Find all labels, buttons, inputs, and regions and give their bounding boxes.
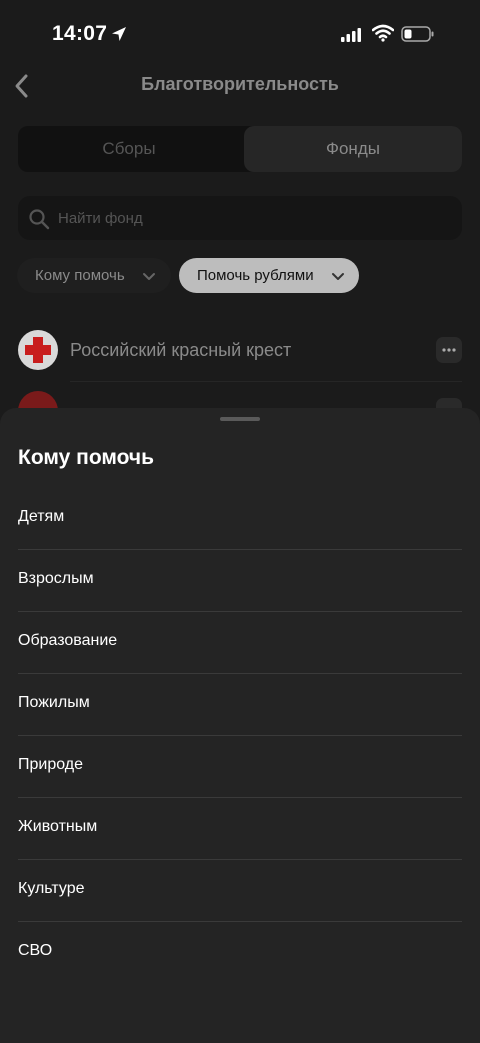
option-svo[interactable]: СВО	[18, 922, 462, 984]
option-label: СВО	[18, 942, 53, 959]
option-label: Взрослым	[18, 570, 94, 587]
page-title: Благотворительность	[141, 74, 339, 94]
option-label: Образование	[18, 632, 118, 649]
sheet-title: Кому помочь	[18, 446, 155, 469]
chevron-down-icon	[332, 273, 344, 280]
option-elderly[interactable]: Пожилым	[18, 674, 462, 736]
option-label: Пожилым	[18, 694, 90, 711]
option-adults[interactable]: Взрослым	[18, 550, 462, 612]
sheet-grabber[interactable]	[220, 417, 260, 421]
battery-icon	[401, 26, 434, 42]
more-button[interactable]	[436, 337, 462, 363]
option-nature[interactable]: Природе	[18, 736, 462, 798]
option-education[interactable]: Образование	[18, 612, 462, 674]
chevron-down-icon	[143, 273, 155, 280]
red-cross-logo	[18, 330, 58, 370]
status-time: 14:07	[52, 22, 108, 45]
fund-name[interactable]: Российский красный крест	[70, 340, 291, 361]
tab-funds[interactable]: Фонды	[244, 126, 462, 172]
red-cross-icon	[25, 337, 51, 363]
option-culture[interactable]: Культуре	[18, 860, 462, 922]
cellular-signal-icon	[341, 28, 361, 42]
option-children[interactable]: Детям	[18, 488, 462, 550]
filter-help-rubles-label: Помочь рублями	[197, 267, 314, 284]
location-arrow-icon	[112, 27, 126, 41]
search-icon	[29, 209, 50, 230]
more-dots-icon	[442, 348, 456, 352]
tab-collections[interactable]: Сборы	[18, 126, 240, 172]
filter-whom-to-help-label: Кому помочь	[35, 267, 125, 284]
option-label: Культуре	[18, 880, 85, 897]
option-label: Природе	[18, 756, 84, 773]
wifi-icon	[372, 24, 394, 42]
list-divider	[70, 381, 462, 382]
option-label: Детям	[18, 508, 65, 525]
search-placeholder: Найти фонд	[58, 210, 143, 227]
option-label: Животным	[18, 818, 98, 835]
option-animals[interactable]: Животным	[18, 798, 462, 860]
